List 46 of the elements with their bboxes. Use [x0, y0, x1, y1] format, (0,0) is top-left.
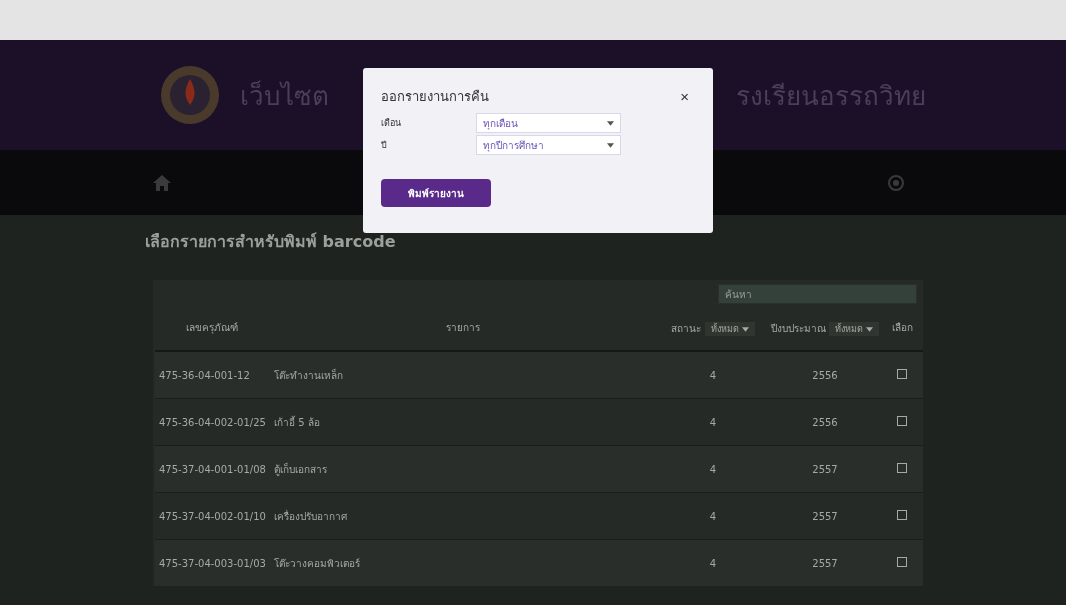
dropdown-field[interactable]: ทุกปีการศึกษา — [476, 135, 621, 155]
table-cell: 2557 — [812, 510, 838, 522]
caret-icon — [607, 142, 614, 148]
table-cell: 4 — [709, 557, 717, 569]
dropdown-field[interactable]: ทุกเดือน — [476, 113, 621, 133]
table-cell: 475-37-04-002-01/10 — [159, 510, 266, 522]
dialog-title: ออกรายงานการคืน — [381, 88, 489, 106]
print-report-button[interactable]: พิมพ์รายงาน — [381, 179, 491, 207]
checkbox[interactable] — [897, 510, 907, 520]
table-cell: โต๊ะวางคอมพิวเตอร์ — [274, 557, 360, 569]
column-header[interactable]: เลขครุภัณฑ์ — [185, 321, 238, 333]
table-cell: 4 — [709, 369, 717, 381]
field-label: เดือน — [381, 117, 402, 130]
filter-dropdown[interactable]: ทั้งหมด — [829, 321, 880, 336]
checkbox[interactable] — [897, 463, 907, 473]
checkbox[interactable] — [897, 416, 907, 426]
table-cell: เครื่องปรับอากาศ — [274, 510, 347, 522]
column-header[interactable]: ปีงบประมาณ — [770, 322, 826, 334]
column-header[interactable]: รายการ — [445, 321, 480, 333]
table-cell: 2556 — [812, 416, 838, 428]
table-cell: 475-37-04-003-01/03 — [159, 557, 266, 569]
checkbox[interactable] — [897, 369, 907, 379]
page-heading: เลือกรายการสำหรับพิมพ์ barcode — [145, 231, 397, 253]
table-cell: 2557 — [812, 463, 838, 475]
table-cell: 475-37-04-001-01/08 — [159, 463, 266, 475]
table-cell: 2556 — [812, 369, 838, 381]
table-cell: โต๊ะทำงานเหล็ก — [274, 369, 343, 381]
table-cell: 475-36-04-002-01/25 — [159, 416, 266, 428]
table-cell: 4 — [709, 510, 717, 522]
close-button[interactable]: × — [674, 88, 695, 105]
table-cell: ตู้เก็บเอกสาร — [274, 463, 327, 475]
caret-icon — [741, 326, 749, 332]
table-cell: 475-36-04-001-12 — [159, 369, 250, 381]
column-header[interactable]: สถานะ — [671, 322, 702, 334]
logo-icon — [160, 65, 220, 125]
column-header[interactable]: เลือก — [891, 321, 913, 333]
caret-icon — [866, 326, 874, 332]
table-cell: 4 — [709, 463, 717, 475]
table-cell: 4 — [709, 416, 717, 428]
search-field[interactable]: ค้นหา — [718, 284, 917, 304]
table-cell: 2557 — [812, 557, 838, 569]
filter-dropdown[interactable]: ทั้งหมด — [704, 321, 755, 336]
table-cell: เก้าอี้ 5 ล้อ — [274, 416, 320, 428]
caret-icon — [607, 120, 614, 126]
checkbox[interactable] — [897, 557, 907, 567]
field-label: ปี — [381, 139, 388, 152]
